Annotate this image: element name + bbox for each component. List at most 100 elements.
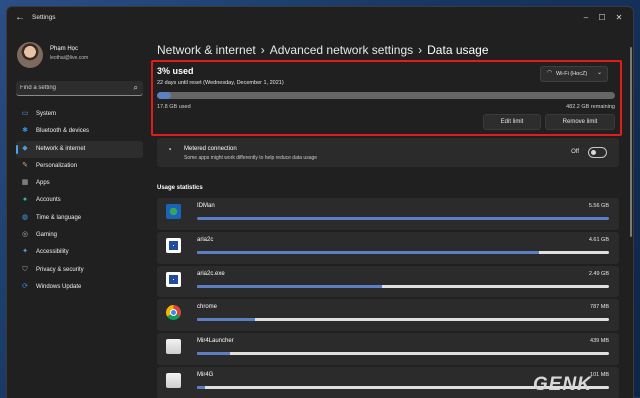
- settings-window: ← Settings – ☐ ✕ Phạm Học leothai@live.c…: [6, 6, 634, 398]
- app-data-size: 787 MB: [590, 304, 609, 311]
- mir4launcher-icon: [166, 339, 181, 355]
- app-name: IDMan: [197, 203, 215, 209]
- metered-toggle[interactable]: [588, 147, 607, 158]
- app-usage-bar: [197, 352, 609, 356]
- app-usage-fill: [197, 318, 255, 322]
- chevron-right-icon: ›: [260, 43, 265, 57]
- page-title: Data usage: [427, 43, 489, 57]
- app-usage-list: IDMan 5.56 GB aria2c 4.61 GB aria2c.exe 2.49 …: [157, 198, 619, 398]
- app-usage-fill: [197, 250, 539, 254]
- app-title: Settings: [32, 14, 56, 21]
- sidebar-item-accessibility[interactable]: ✦ Accessibility: [16, 244, 143, 261]
- app-name: Mir4G: [197, 371, 214, 378]
- metered-title: Metered connection: [184, 146, 237, 152]
- main-content: Network & internet › Advanced network sett…: [147, 31, 633, 398]
- system-icon: ▭: [21, 110, 29, 117]
- app-usage-bar: [197, 318, 609, 322]
- sidebar-item-network-internet[interactable]: ◆ Network & internet: [16, 140, 143, 158]
- globe-icon: ◍: [21, 213, 29, 221]
- close-button[interactable]: ✕: [612, 11, 626, 25]
- update-icon: ⟳: [22, 282, 28, 290]
- app-data-size: 5.56 GB: [588, 203, 609, 209]
- chrome-center-dot: [170, 309, 177, 317]
- sidebar-item-label: Bluetooth & devices: [36, 128, 90, 135]
- reset-info: 22 days until reset (Wednesday, December…: [157, 80, 284, 86]
- network-label: Wi-Fi (HocZ): [556, 71, 588, 77]
- sidebar-item-apps[interactable]: ▦ Apps: [16, 175, 143, 192]
- sidebar-item-accounts[interactable]: ● Accounts: [16, 192, 143, 209]
- maximize-button[interactable]: ☐: [595, 11, 609, 25]
- breadcrumb-item[interactable]: Advanced network settings: [270, 43, 413, 57]
- scrollbar[interactable]: [630, 47, 632, 237]
- usage-progress-fill: [157, 92, 171, 99]
- sidebar-item-label: Apps: [36, 180, 50, 187]
- toggle-knob: [591, 150, 596, 155]
- app-usage-row[interactable]: aria2c 4.61 GB: [157, 231, 619, 264]
- sidebar-item-label: Time & language: [36, 214, 82, 221]
- app-name: chrome: [197, 304, 218, 311]
- bluetooth-icon: ✱: [22, 127, 28, 135]
- wifi-icon: ◠: [547, 70, 553, 76]
- used-amount: 17.8 GB used: [157, 104, 191, 110]
- sidebar-item-gaming[interactable]: ◎ Gaming: [16, 227, 143, 244]
- network-icon: ◆: [22, 144, 28, 152]
- sidebar-item-time-language[interactable]: ◍ Time & language: [16, 210, 143, 227]
- idman-icon: [166, 204, 181, 219]
- chrome-icon: [166, 305, 181, 321]
- app-name: aria2c.exe: [197, 270, 225, 277]
- breadcrumb: Network & internet › Advanced network sett…: [157, 43, 489, 57]
- back-arrow-icon[interactable]: ←: [15, 12, 25, 23]
- metered-description: Some apps might work differently to help…: [184, 155, 318, 161]
- remove-limit-button[interactable]: Remove limit: [545, 114, 615, 130]
- sidebar-item-system[interactable]: ▭ System: [16, 106, 143, 123]
- sidebar-item-label: Accessibility: [36, 249, 69, 256]
- brush-icon: ✎: [22, 161, 28, 169]
- app-usage-bar: [197, 284, 609, 288]
- speedometer-icon: ◔: [167, 145, 172, 154]
- sidebar-nav: ▭ System ✱ Bluetooth & devices ◆ Network & in…: [16, 106, 143, 296]
- sidebar-item-label: Accounts: [36, 197, 61, 204]
- mir4g-icon: [166, 372, 181, 388]
- app-usage-row[interactable]: aria2c.exe 2.49 GB: [157, 265, 619, 298]
- chevron-right-icon: ›: [418, 43, 423, 57]
- genk-watermark: GENK: [533, 374, 633, 396]
- app-name: aria2c: [197, 236, 214, 243]
- chevron-down-icon: ⌄: [596, 70, 602, 76]
- sidebar-item-windows-update[interactable]: ⟳ Windows Update: [16, 279, 143, 296]
- sidebar-item-bluetooth-devices[interactable]: ✱ Bluetooth & devices: [16, 123, 143, 140]
- sidebar-item-personalization[interactable]: ✎ Personalization: [16, 158, 143, 175]
- metered-connection-card: ◔ Metered connection Some apps might wor…: [157, 138, 619, 167]
- app-name: Mir4Launcher: [197, 338, 234, 345]
- search-input[interactable]: [20, 81, 125, 95]
- app-data-size: 439 MB: [590, 338, 609, 345]
- sidebar-item-label: Privacy & security: [36, 266, 84, 273]
- search-box[interactable]: ⌕: [16, 81, 143, 96]
- app-data-size: 2.49 GB: [588, 270, 609, 277]
- usage-progress-bar: [157, 92, 615, 99]
- breadcrumb-item[interactable]: Network & internet: [157, 43, 256, 57]
- sidebar-item-label: System: [36, 111, 57, 117]
- watermark-text: GENK: [533, 374, 592, 395]
- app-data-size: 4.61 GB: [588, 236, 609, 243]
- avatar[interactable]: [17, 42, 43, 68]
- remaining-amount: 482.2 GB remaining: [566, 104, 615, 110]
- app-usage-fill: [197, 385, 206, 389]
- app-usage-row[interactable]: Mir4Launcher 439 MB: [157, 333, 619, 365]
- edit-limit-button[interactable]: Edit limit: [483, 114, 541, 130]
- search-icon[interactable]: ⌕: [134, 83, 138, 93]
- toggle-state: Off: [571, 149, 579, 155]
- aria2c-icon: [166, 237, 181, 253]
- sidebar: Phạm Học leothai@live.com ⌕ ▭ System ✱ Blue…: [7, 31, 147, 398]
- sidebar-item-label: Personalization: [36, 162, 78, 169]
- user-name: Phạm Học: [50, 46, 79, 52]
- accessibility-icon: ✦: [22, 248, 28, 256]
- app-usage-row[interactable]: IDMan 5.56 GB: [157, 198, 619, 230]
- app-usage-row[interactable]: chrome 787 MB: [157, 299, 619, 332]
- usage-percent: 3% used: [157, 66, 194, 76]
- usage-statistics-heading: Usage statistics: [157, 185, 203, 191]
- sidebar-item-privacy-security[interactable]: ⛉ Privacy & security: [16, 262, 143, 279]
- network-dropdown[interactable]: ◠ Wi-Fi (HocZ) ⌄: [540, 66, 608, 82]
- shield-icon: ⛉: [22, 265, 28, 273]
- title-bar: ← Settings – ☐ ✕: [7, 7, 633, 31]
- minimize-button[interactable]: –: [579, 11, 593, 25]
